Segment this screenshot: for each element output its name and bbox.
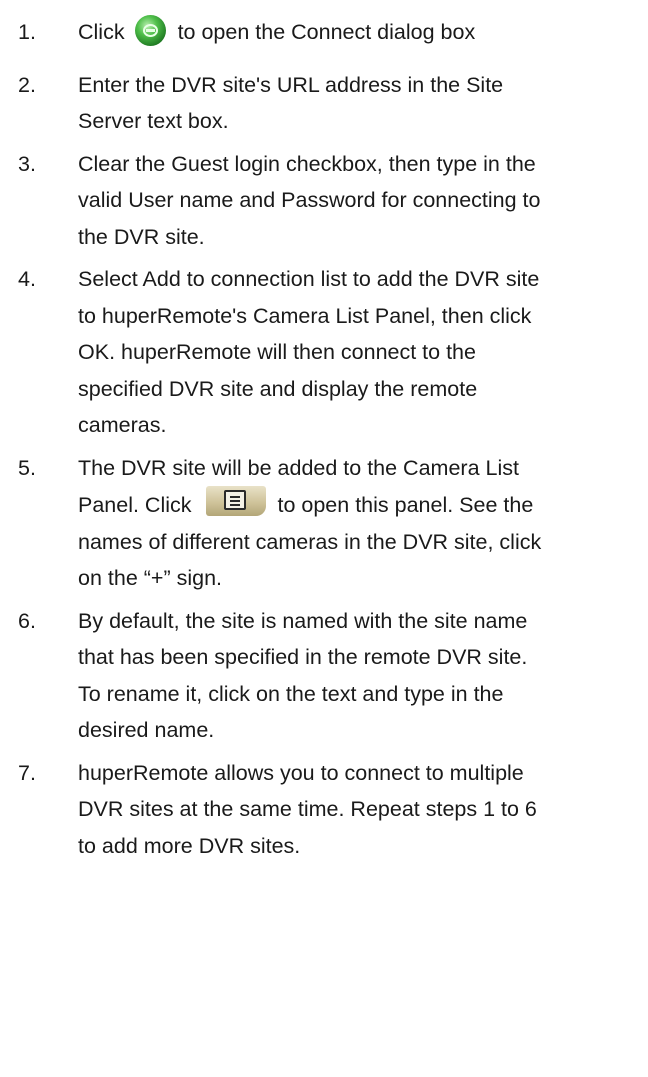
step-text-before-icon: Click: [78, 20, 125, 44]
step-line: that has been specified in the remote DV…: [78, 645, 528, 669]
step-number: 1.: [18, 20, 36, 44]
step-text-before-icon: Panel. Click: [78, 493, 192, 517]
step-line: DVR sites at the same time. Repeat steps…: [78, 797, 537, 821]
step-line: Enter the DVR site's URL address in the …: [78, 72, 504, 97]
step-5: 5. The DVR site will be added to the Cam…: [0, 450, 648, 597]
step-line: Clear the Guest login checkbox, then typ…: [78, 151, 536, 176]
step-text: Select Add to connection list to add the…: [78, 261, 638, 444]
step-number: 7.: [18, 760, 36, 785]
step-line: the DVR site.: [78, 224, 205, 249]
step-number: 2.: [18, 72, 36, 97]
step-number: 6.: [18, 608, 36, 633]
step-line: to huperRemote's Camera List Panel, then…: [78, 303, 532, 328]
step-line: Select Add to connection list to add the…: [78, 267, 540, 291]
step-7: 7. huperRemote allows you to connect to …: [0, 755, 648, 865]
step-line: To rename it, click on the text and type…: [78, 681, 504, 706]
document-icon: [223, 490, 246, 510]
step-line: specified DVR site and display the remot…: [78, 376, 478, 401]
step-line: desired name.: [78, 718, 215, 742]
step-6: 6. By default, the site is named with th…: [0, 603, 648, 749]
step-line: on the “+” sign.: [78, 566, 223, 590]
step-text: By default, the site is named with the s…: [78, 603, 638, 749]
step-line: cameras.: [78, 413, 167, 437]
step-3: 3. Clear the Guest login checkbox, then …: [0, 146, 648, 256]
step-line: OK. huperRemote will then connect to the: [78, 340, 476, 364]
step-text-after-icon: to open this panel. See the: [277, 493, 534, 517]
step-line: to add more DVR sites.: [78, 833, 301, 858]
step-line: huperRemote allows you to connect to mul…: [78, 760, 524, 785]
step-text-after-icon: to open the Connect dialog box: [177, 20, 476, 44]
step-number: 3.: [18, 151, 36, 176]
connect-icon: [134, 15, 166, 46]
instruction-steps: 1. Click to open the Connect dialog box …: [0, 14, 648, 864]
step-line: By default, the site is named with the s…: [78, 608, 528, 633]
step-line: Server text box.: [78, 109, 229, 133]
step-number: 4.: [18, 267, 36, 291]
step-text: huperRemote allows you to connect to mul…: [78, 755, 638, 865]
step-line: names of different cameras in the DVR si…: [78, 529, 542, 554]
step-4: 4. Select Add to connection list to add …: [0, 261, 648, 444]
camera-list-panel-icon: [205, 486, 266, 516]
step-line: valid User name and Password for connect…: [78, 188, 541, 212]
step-1: 1. Click to open the Connect dialog box: [0, 14, 648, 51]
step-line: The DVR site will be added to the Camera…: [78, 455, 519, 480]
step-text: Clear the Guest login checkbox, then typ…: [78, 146, 638, 256]
step-text: Click to open the Connect dialog box: [78, 14, 638, 51]
step-2: 2. Enter the DVR site's URL address in t…: [0, 67, 648, 140]
step-number: 5.: [18, 455, 36, 480]
step-text: Enter the DVR site's URL address in the …: [78, 67, 638, 140]
step-line-with-icon: Panel. Click to open this panel. See the: [78, 486, 638, 524]
step-text: The DVR site will be added to the Camera…: [78, 450, 638, 597]
